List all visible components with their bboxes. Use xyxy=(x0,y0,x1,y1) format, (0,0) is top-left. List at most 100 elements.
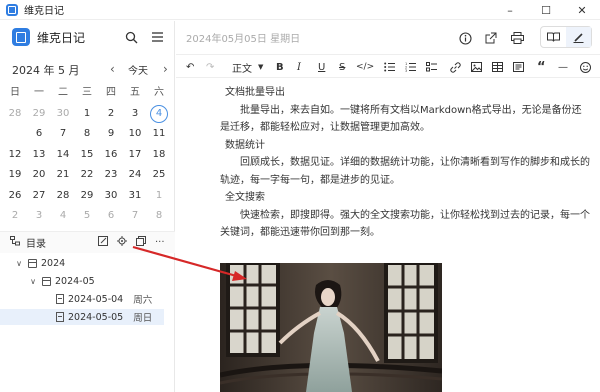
search-icon[interactable] xyxy=(123,29,139,45)
image-icon[interactable] xyxy=(471,59,482,75)
file-tree: ∨ 2024 ∨ 2024-05 2024-05-04 周六 2024-05-0… xyxy=(0,255,175,325)
checklist-icon[interactable] xyxy=(426,59,437,75)
calendar-day[interactable]: 5 xyxy=(3,124,27,144)
calendar-day[interactable]: 7 xyxy=(123,206,147,226)
content-heading: 数据统计 xyxy=(225,139,265,151)
calendar-day[interactable]: 3 xyxy=(27,206,51,226)
calendar-day[interactable]: 18 xyxy=(147,145,171,165)
calendar-day[interactable]: 15 xyxy=(75,145,99,165)
calendar-day[interactable]: 20 xyxy=(27,165,51,185)
italic-button[interactable]: I xyxy=(297,59,301,75)
window-controls: – ☐ ✕ xyxy=(492,0,600,20)
calendar-week-row: 5 6 7 8 9 10 11 xyxy=(3,124,173,145)
calendar-day[interactable]: 23 xyxy=(99,165,123,185)
today-button[interactable]: 今天 xyxy=(128,62,148,77)
edit-mode-icon[interactable] xyxy=(566,27,591,47)
tree-month[interactable]: ∨ 2024-05 xyxy=(0,273,175,289)
more-icon[interactable]: ··· xyxy=(155,237,165,248)
calendar-day[interactable]: 8 xyxy=(147,206,171,226)
calendar-day[interactable]: 31 xyxy=(123,186,147,206)
code-button[interactable]: </> xyxy=(356,59,374,75)
svg-text:3: 3 xyxy=(405,69,407,72)
close-button[interactable]: ✕ xyxy=(564,0,600,20)
calendar-day[interactable]: 12 xyxy=(3,145,27,165)
calendar-day[interactable]: 26 xyxy=(3,186,27,206)
calendar-day[interactable]: 17 xyxy=(123,145,147,165)
document-icon xyxy=(56,294,64,304)
next-month-icon[interactable]: › xyxy=(163,62,168,76)
underline-button[interactable]: U xyxy=(318,59,325,75)
calendar-day[interactable]: 30 xyxy=(51,104,75,124)
tree-entry-date: 2024-05-04 xyxy=(68,293,124,305)
calendar-day[interactable]: 19 xyxy=(3,165,27,185)
link-icon[interactable] xyxy=(450,59,461,75)
bullet-list-icon[interactable] xyxy=(384,59,395,75)
ordered-list-icon[interactable]: 123 xyxy=(405,59,416,75)
quote-icon[interactable]: “ xyxy=(537,59,546,75)
calendar-day[interactable]: 4 xyxy=(51,206,75,226)
calendar-day[interactable]: 4 xyxy=(147,104,171,124)
content-paragraph: 批量导出，来去自如。一键将所有文档以Markdown格式导出，无论是备份还是迁移… xyxy=(220,104,582,134)
tree-entry[interactable]: 2024-05-04 周六 xyxy=(0,291,175,307)
calendar-day[interactable]: 28 xyxy=(51,186,75,206)
calendar-day[interactable]: 10 xyxy=(123,124,147,144)
calendar-day[interactable]: 1 xyxy=(147,186,171,206)
calendar-day[interactable]: 6 xyxy=(99,206,123,226)
undo-icon[interactable]: ↶ xyxy=(186,59,194,75)
calendar-day[interactable]: 24 xyxy=(123,165,147,185)
locate-icon[interactable] xyxy=(117,236,127,249)
calendar-day[interactable]: 9 xyxy=(99,124,123,144)
calendar-title: 2024 年 5 月 xyxy=(12,64,80,77)
edit-icon[interactable] xyxy=(98,236,108,249)
content-heading: 全文搜索 xyxy=(225,192,265,203)
calendar-day[interactable]: 30 xyxy=(99,186,123,206)
weekday-label: 三 xyxy=(82,87,92,99)
calendar-day[interactable]: 6 xyxy=(27,124,51,144)
view-mode-toggle xyxy=(540,26,592,48)
weekday-label: 一 xyxy=(34,87,44,99)
calendar-day[interactable]: 29 xyxy=(75,186,99,206)
calendar-day[interactable]: 2 xyxy=(99,104,123,124)
calendar-day[interactable]: 28 xyxy=(3,104,27,124)
table-icon[interactable] xyxy=(492,59,503,75)
calendar-week-row: 12 13 14 15 16 17 18 xyxy=(3,145,173,166)
calendar-day[interactable]: 16 xyxy=(99,145,123,165)
collapse-icon[interactable] xyxy=(136,236,146,249)
calendar-day[interactable]: 22 xyxy=(75,165,99,185)
info-icon[interactable] xyxy=(456,29,474,47)
read-mode-icon[interactable] xyxy=(541,27,566,47)
maximize-button[interactable]: ☐ xyxy=(528,0,564,20)
tree-entry-selected[interactable]: 2024-05-05 周日 xyxy=(0,309,164,325)
embedded-photo[interactable] xyxy=(220,263,442,392)
calendar-day[interactable]: 29 xyxy=(27,104,51,124)
bold-button[interactable]: B xyxy=(276,59,284,75)
calendar-day[interactable]: 7 xyxy=(51,124,75,144)
calendar-day[interactable]: 25 xyxy=(147,165,171,185)
prev-month-icon[interactable]: ‹ xyxy=(110,62,115,76)
minimize-button[interactable]: – xyxy=(492,0,528,20)
calendar-day[interactable]: 1 xyxy=(75,104,99,124)
menu-icon[interactable] xyxy=(149,29,165,45)
editor-content[interactable]: 文档批量导出 批量导出，来去自如。一键将所有文档以Markdown格式导出，无论… xyxy=(220,84,590,242)
calendar-day[interactable]: 5 xyxy=(75,206,99,226)
calendar-day[interactable]: 13 xyxy=(27,145,51,165)
paragraph-style-select[interactable]: 正文 ▼ xyxy=(232,59,263,75)
calendar-week-row: 28 29 30 1 2 3 4 xyxy=(3,104,173,125)
calendar-day[interactable]: 14 xyxy=(51,145,75,165)
calendar-day[interactable]: 27 xyxy=(27,186,51,206)
calendar-day[interactable]: 21 xyxy=(51,165,75,185)
share-icon[interactable] xyxy=(482,29,500,47)
strikethrough-button[interactable]: S xyxy=(339,59,345,75)
calendar-day[interactable]: 11 xyxy=(147,124,171,144)
redo-icon[interactable]: ↷ xyxy=(206,59,214,75)
horizontal-rule-icon[interactable]: — xyxy=(558,59,568,75)
calendar-day[interactable]: 3 xyxy=(123,104,147,124)
emoji-icon[interactable] xyxy=(580,59,591,75)
print-icon[interactable] xyxy=(508,29,526,47)
calendar-day[interactable]: 2 xyxy=(3,206,27,226)
code-block-icon[interactable] xyxy=(513,59,524,75)
brand-name: 维克日记 xyxy=(37,30,86,45)
calendar-day[interactable]: 8 xyxy=(75,124,99,144)
tree-year[interactable]: ∨ 2024 xyxy=(0,255,175,271)
entry-date-label: 2024年05月05日 星期日 xyxy=(186,34,301,45)
